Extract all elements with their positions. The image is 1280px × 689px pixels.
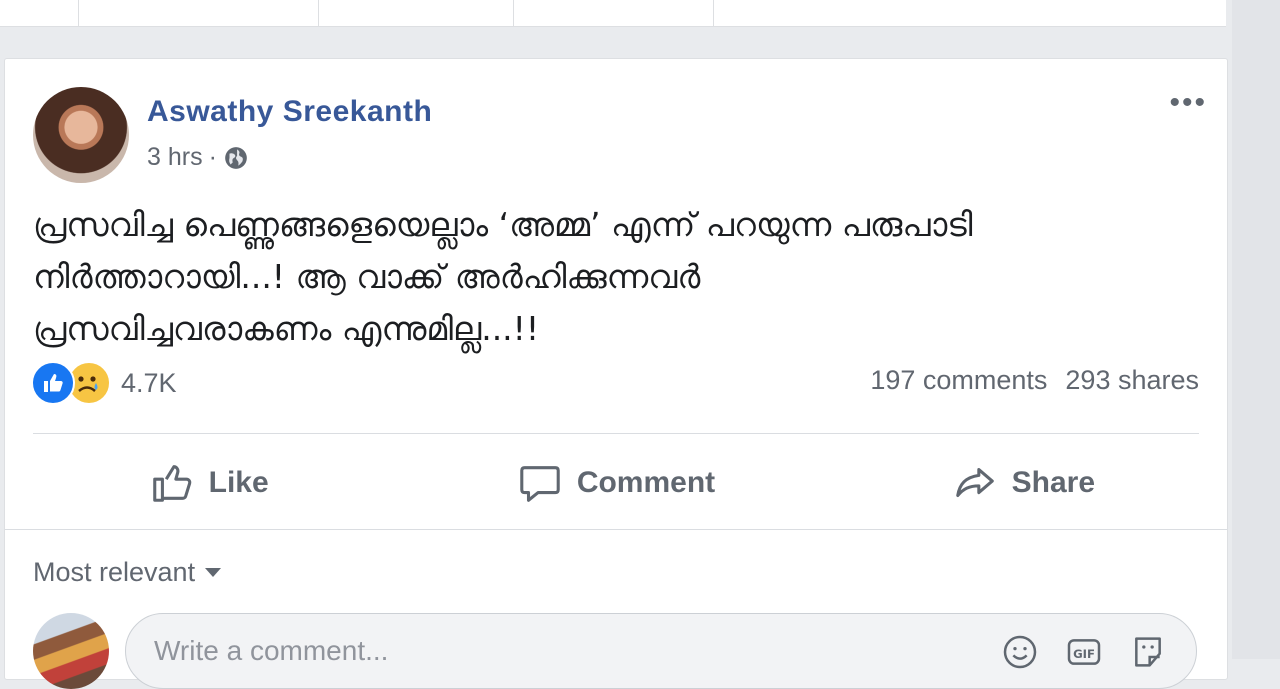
post-text-line: നിർത്താറായി...! ആ വാക്ക് അർഹിക്കുന്നവർ <box>33 257 701 296</box>
globe-icon[interactable] <box>223 145 249 171</box>
reaction-count[interactable]: 4.7K <box>121 368 177 399</box>
reactions-summary[interactable]: 4.7K <box>31 361 177 405</box>
comments-count[interactable]: 197 comments <box>870 365 1047 396</box>
meta-separator: · <box>208 143 217 171</box>
caret-down-icon <box>205 568 222 577</box>
like-button[interactable]: Like <box>5 439 412 527</box>
post-card: Aswathy Sreekanth 3 hrs · ••• പ്രസവിച്ച … <box>4 58 1228 689</box>
author-avatar[interactable] <box>33 87 129 183</box>
more-options-icon[interactable]: ••• <box>1169 88 1207 118</box>
tab-divider <box>318 0 319 26</box>
emoji-icon[interactable] <box>1000 632 1040 672</box>
comment-bubble-icon <box>520 466 560 502</box>
shares-count[interactable]: 293 shares <box>1065 365 1199 396</box>
comment-button[interactable]: Comment <box>412 439 819 527</box>
comment-label: Comment <box>576 466 716 499</box>
gif-icon[interactable]: GIF <box>1064 632 1104 672</box>
author-name[interactable]: Aswathy Sreekanth <box>147 95 432 129</box>
like-label: Like <box>208 466 269 499</box>
comment-sort-dropdown[interactable]: Most relevant <box>33 557 222 588</box>
comment-composer[interactable]: GIF <box>125 613 1197 689</box>
share-button[interactable]: Share <box>820 439 1227 527</box>
post-time[interactable]: 3 hrs <box>147 143 203 172</box>
post-text-line: പ്രസവിച്ചവരാകണം എന്നുമില്ല...!! <box>33 309 540 348</box>
sticker-icon[interactable] <box>1128 632 1168 672</box>
share-arrow-icon <box>955 468 994 497</box>
thumbs-up-icon <box>152 465 191 502</box>
comment-input[interactable] <box>152 628 956 674</box>
tab-divider <box>78 0 79 26</box>
post-actions: Like Comment Share <box>5 439 1227 527</box>
composer-icons: GIF <box>1000 632 1168 672</box>
post-text-line: പ്രസവിച്ച പെണ്ണുങ്ങളെയെല്ലാം ‘അമ്മ’ എന്ന… <box>33 205 973 244</box>
tab-divider <box>513 0 514 26</box>
previous-post-card <box>0 0 1226 27</box>
share-label: Share <box>1011 466 1096 499</box>
like-reaction-icon <box>31 361 75 405</box>
right-gutter <box>1232 0 1280 659</box>
sort-label: Most relevant <box>33 557 196 587</box>
divider <box>33 433 1199 434</box>
engagement-counts: 197 comments 293 shares <box>870 365 1199 396</box>
post-text: പ്രസവിച്ച പെണ്ണുങ്ങളെയെല്ലാം ‘അമ്മ’ എന്ന… <box>33 199 1193 355</box>
tab-divider <box>713 0 714 26</box>
commenter-avatar <box>33 613 109 689</box>
post-meta: 3 hrs · <box>147 143 249 172</box>
divider <box>5 529 1227 530</box>
